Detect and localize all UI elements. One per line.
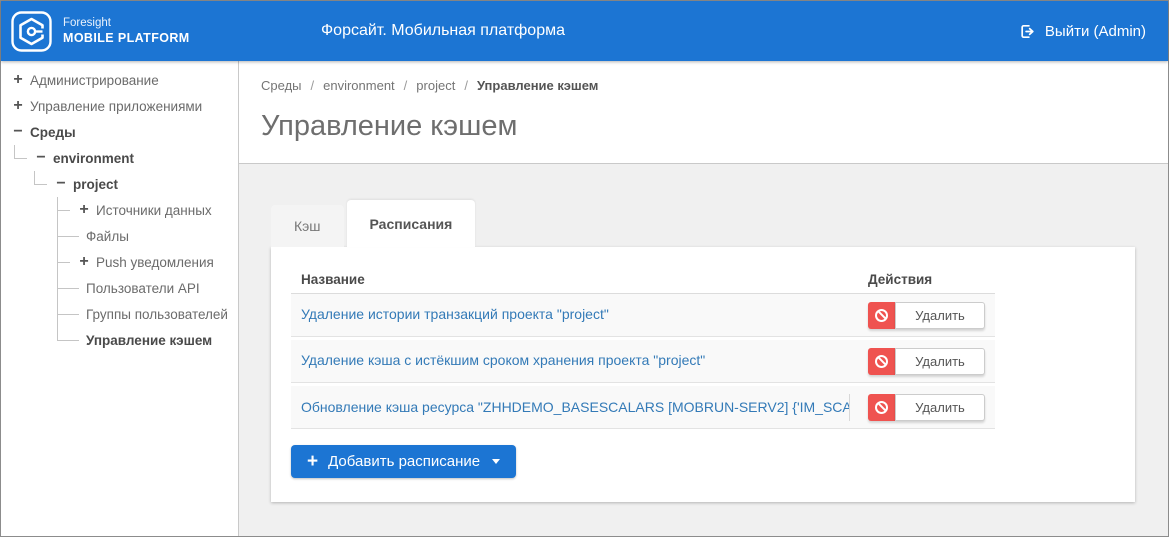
sidebar-item-label: Управление приложениями [30, 98, 203, 114]
schedules-table: Название Действия Удаление истории транз… [291, 265, 995, 429]
sidebar-item-группы-пользователей[interactable]: Группы пользователей [1, 301, 238, 327]
sidebar-item-пользователи-api[interactable]: Пользователи API [1, 275, 238, 301]
add-schedule-label: Добавить расписание [328, 453, 481, 470]
breadcrumb-link[interactable]: project [416, 78, 455, 93]
sidebar-tree: + Администрирование + Управление приложения… [1, 61, 239, 536]
logout-button[interactable]: Выйти (Admin) [1019, 23, 1146, 40]
table-header-row: Название Действия [291, 265, 995, 294]
sidebar-item-label: project [73, 176, 119, 192]
foresight-logo-icon [11, 10, 52, 52]
collapse-minus-icon[interactable]: − [34, 150, 48, 166]
logo-brand: Foresight [63, 17, 111, 29]
delete-button[interactable]: Удалить [895, 393, 985, 421]
table-row: Удаление истории транзакций проекта "pro… [291, 294, 995, 337]
sidebar-item-label: Группы пользователей [86, 306, 228, 322]
page-header-band: Среды / environment / project / Управление кэш… [239, 61, 1168, 164]
logout-label: Выйти (Admin) [1044, 22, 1146, 40]
tree-connector [34, 171, 50, 197]
actions-cell: Удалить [868, 301, 985, 329]
sidebar-item-label: environment [53, 150, 135, 166]
tree-connector [14, 145, 30, 171]
sidebar-item-label: Push уведомления [96, 254, 214, 270]
table-row: Удаление кэша с истёкшим сроком хранения… [291, 340, 995, 383]
sidebar-item-environment[interactable]: − environment [1, 145, 238, 171]
schedule-link[interactable]: Обновление кэша ресурса "ZHHDEMO_BASESCA… [301, 399, 849, 415]
column-header-name: Название [301, 271, 365, 287]
sidebar-item-label: Управление кэшем [86, 332, 213, 348]
logo-product: MOBILE PLATFORM [63, 31, 190, 45]
schedule-link[interactable]: Удаление кэша с истёкшим сроком хранения… [301, 352, 705, 368]
sidebar-item-label: Файлы [86, 228, 129, 244]
tree-connector [57, 327, 82, 353]
sidebar-item-источники-данных[interactable]: + Источники данных [1, 197, 238, 223]
actions-cell: Удалить [868, 393, 985, 421]
tree-connector [57, 223, 82, 249]
chevron-down-icon [492, 459, 501, 464]
main-layout: + Администрирование + Управление приложения… [1, 61, 1168, 536]
sidebar-item-файлы[interactable]: Файлы [1, 223, 238, 249]
column-header-actions: Действия [868, 271, 933, 287]
breadcrumb: Среды / environment / project / Управление кэш… [261, 78, 1146, 93]
plus-icon: + [307, 451, 319, 472]
schedule-link[interactable]: Удаление истории транзакций проекта "pro… [301, 306, 609, 322]
breadcrumb-separator: / [464, 78, 468, 93]
app-title: Форсайт. Мобильная платформа [321, 22, 565, 39]
logo-text: Foresight MOBILE PLATFORM [63, 16, 190, 46]
breadcrumb-link[interactable]: Среды [261, 78, 302, 93]
tree-connector [57, 301, 82, 327]
breadcrumb-link[interactable]: environment [323, 78, 395, 93]
schedules-card: Название Действия Удаление истории транз… [271, 247, 1135, 502]
app-header: Foresight MOBILE PLATFORM Форсайт. Мобил… [1, 1, 1168, 61]
sidebar-item-label: Источники данных [96, 202, 212, 218]
ban-icon [875, 354, 888, 368]
tree-connector [57, 197, 73, 223]
tree-connector [57, 249, 73, 275]
ban-icon [875, 400, 888, 414]
collapse-minus-icon[interactable]: − [54, 176, 68, 192]
tree-connector [57, 275, 82, 301]
delete-icon-button[interactable] [868, 347, 895, 375]
sidebar-item-push-уведомления[interactable]: + Push уведомления [1, 249, 238, 275]
sidebar-item-label: Пользователи API [86, 280, 200, 296]
schedule-name-cell: Удаление кэша с истёкшим сроком хранения… [301, 352, 850, 370]
delete-icon-button[interactable] [868, 393, 895, 421]
delete-button[interactable]: Удалить [895, 347, 985, 375]
expand-plus-icon[interactable]: + [77, 254, 91, 270]
expand-plus-icon[interactable]: + [77, 202, 91, 218]
sidebar-item-управление-кэшем[interactable]: Управление кэшем [1, 327, 238, 353]
tab-inactive[interactable]: Кэш [271, 205, 344, 247]
delete-button[interactable]: Удалить [895, 301, 985, 329]
sidebar-item-label: Среды [30, 124, 76, 140]
collapse-minus-icon[interactable]: − [11, 124, 25, 140]
schedule-name-cell: Обновление кэша ресурса "ZHHDEMO_BASESCA… [301, 393, 850, 421]
expand-plus-icon[interactable]: + [11, 98, 25, 114]
content-area: Среды / environment / project / Управление кэш… [239, 61, 1168, 536]
sidebar-item-project[interactable]: − project [1, 171, 238, 197]
tab-active[interactable]: Расписания [346, 200, 476, 247]
app-logo[interactable]: Foresight MOBILE PLATFORM [11, 10, 190, 52]
sidebar-item-администрирование[interactable]: + Администрирование [1, 67, 238, 93]
tab-region: Кэш Расписания Название Действия Удаление… [239, 164, 1168, 502]
breadcrumb-separator: / [403, 78, 408, 93]
sidebar-item-среды[interactable]: − Среды [1, 119, 238, 145]
ban-icon [875, 308, 888, 322]
breadcrumb-separator: / [310, 78, 315, 93]
tabs: Кэш Расписания [271, 200, 1168, 247]
schedule-table-body: Удаление истории транзакций проекта "pro… [291, 294, 995, 429]
expand-plus-icon[interactable]: + [11, 72, 25, 88]
sidebar-item-управление-приложениями[interactable]: + Управление приложениями [1, 93, 238, 119]
delete-icon-button[interactable] [868, 301, 895, 329]
table-row: Обновление кэша ресурса "ZHHDEMO_BASESCA… [291, 386, 995, 429]
actions-cell: Удалить [868, 347, 985, 375]
page-title: Управление кэшем [261, 110, 518, 142]
breadcrumb-current: Управление кэшем [476, 78, 599, 93]
schedule-name-cell: Удаление истории транзакций проекта "pro… [301, 306, 850, 324]
logout-icon [1021, 24, 1034, 38]
add-schedule-button[interactable]: + Добавить расписание [291, 445, 517, 478]
sidebar-item-label: Администрирование [30, 72, 159, 88]
